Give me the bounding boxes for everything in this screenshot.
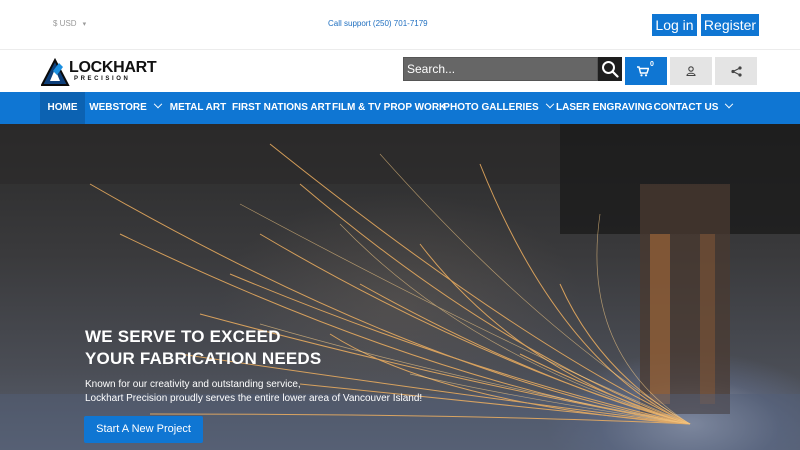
nav-item-label: HOME bbox=[47, 102, 78, 113]
hero-title-line: YOUR FABRICATION NEEDS bbox=[85, 349, 322, 368]
nav-item-first-nations-art[interactable]: FIRST NATIONS ART bbox=[232, 92, 331, 124]
chevron-down-icon bbox=[545, 99, 554, 109]
nav-item-metal-art[interactable]: METAL ART bbox=[166, 92, 230, 124]
hero-text-line: Known for our creativity and outstanding… bbox=[85, 379, 301, 390]
start-new-project-button[interactable]: Start A New Project bbox=[84, 416, 203, 443]
nav-item-label: LASER ENGRAVING bbox=[556, 102, 653, 113]
account-button[interactable] bbox=[670, 57, 712, 85]
search-box bbox=[403, 57, 598, 81]
support-phone-link[interactable]: Call support (250) 701-7179 bbox=[328, 19, 428, 28]
user-icon bbox=[686, 66, 696, 76]
cart-icon bbox=[637, 65, 649, 76]
logo-name: LOCKHART bbox=[69, 59, 157, 76]
nav-item-label: FILM & TV PROP WORK bbox=[332, 102, 447, 113]
chevron-down-icon bbox=[153, 99, 163, 109]
site-logo[interactable]: LOCKHART PRECISION bbox=[41, 57, 157, 87]
nav-item-photo-galleries[interactable]: PHOTO GALLERIES bbox=[443, 92, 554, 124]
cart-count-badge: 0 bbox=[650, 61, 654, 68]
search-input[interactable] bbox=[404, 58, 597, 80]
register-button[interactable]: Register bbox=[701, 14, 759, 36]
currency-label: $ USD bbox=[53, 19, 77, 28]
nav-item-film-tv-prop-work[interactable]: FILM & TV PROP WORK bbox=[332, 92, 446, 124]
login-button[interactable]: Log in bbox=[652, 14, 697, 36]
hero-text-line: Lockhart Precision proudly serves the en… bbox=[85, 393, 423, 404]
main-nav: HOME WEBSTORE METAL ART FIRST NATIONS AR… bbox=[0, 92, 800, 124]
currency-selector[interactable]: $ USD ▾ bbox=[53, 19, 86, 28]
logo-subtitle: PRECISION bbox=[74, 76, 131, 82]
chevron-down-icon: ▾ bbox=[82, 20, 87, 28]
site-header: LOCKHART PRECISION 0 bbox=[0, 51, 800, 92]
hero-title-line: WE SERVE TO EXCEED bbox=[85, 327, 281, 346]
chevron-down-icon bbox=[725, 99, 734, 109]
nav-item-label: METAL ART bbox=[169, 102, 227, 113]
nav-item-label: CONTACT US bbox=[653, 102, 719, 113]
top-utility-bar: $ USD ▾ Call support (250) 701-7179 Log … bbox=[0, 0, 800, 50]
nav-item-label: WEBSTORE bbox=[89, 102, 147, 113]
search-icon bbox=[602, 61, 619, 78]
share-button[interactable] bbox=[715, 57, 757, 85]
hero-title: WE SERVE TO EXCEED YOUR FABRICATION NEED… bbox=[85, 326, 321, 370]
cart-button[interactable]: 0 bbox=[625, 57, 667, 85]
hero-banner: WE SERVE TO EXCEED YOUR FABRICATION NEED… bbox=[0, 124, 800, 450]
share-icon bbox=[730, 65, 742, 77]
nav-item-label: PHOTO GALLERIES bbox=[443, 102, 539, 113]
hero-description: Known for our creativity and outstanding… bbox=[85, 378, 422, 406]
nav-item-laser-engraving[interactable]: LASER ENGRAVING bbox=[556, 92, 653, 124]
nav-item-label: FIRST NATIONS ART bbox=[232, 102, 331, 113]
nav-item-home[interactable]: HOME bbox=[40, 92, 85, 124]
nav-item-contact-us[interactable]: CONTACT US bbox=[650, 92, 736, 124]
nav-item-webstore[interactable]: WEBSTORE bbox=[85, 92, 165, 124]
search-button[interactable] bbox=[598, 57, 622, 81]
